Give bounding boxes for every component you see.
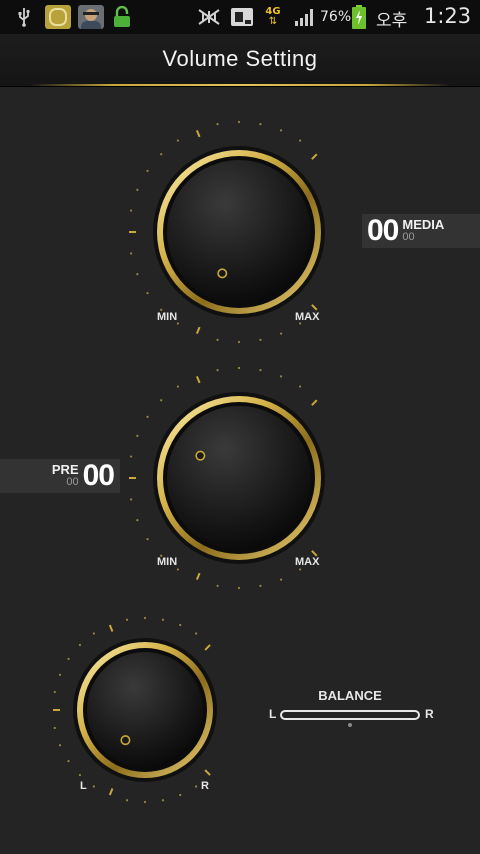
balance-knob-left-label: L [80, 780, 87, 792]
pre-volume-subvalue: 00 [66, 476, 79, 488]
media-volume-subvalue: 00 [402, 231, 415, 243]
battery-percent: 76% [320, 9, 352, 25]
page-title: Volume Setting [162, 46, 318, 71]
balance-knob[interactable] [0, 0, 480, 854]
pre-min-label: MIN [157, 556, 178, 568]
balance-title: BALANCE [318, 688, 382, 703]
header: Volume Setting [0, 34, 480, 87]
clock: 1:23 [424, 4, 472, 28]
signal-bars-icon [292, 6, 318, 28]
media-volume-label: MEDIA [402, 217, 445, 232]
4g-data-icon: 4G ⇅ [265, 6, 281, 27]
balance-slider[interactable] [280, 710, 420, 720]
balance-center-marker [348, 723, 352, 727]
usb-icon [14, 6, 34, 28]
balance-knob-right-label: R [201, 780, 209, 792]
header-gold-divider [30, 84, 450, 86]
status-bar: 4G ⇅ 76% 오후 1:23 [0, 0, 480, 34]
pre-max-label: MAX [295, 556, 320, 568]
avatar-icon [77, 5, 105, 29]
balance-right-label: R [425, 707, 434, 721]
battery-charging-icon [351, 5, 367, 29]
media-volume-value: 00 [367, 214, 399, 247]
pre-volume-value: 00 [82, 459, 115, 492]
media-max-label: MAX [295, 311, 320, 323]
pre-volume-knob[interactable] [0, 0, 480, 854]
lock-icon [110, 6, 134, 28]
ampm-label: 오후 [376, 11, 408, 31]
balance-left-label: L [269, 707, 277, 721]
pre-volume-badge: PRE 00 00 [0, 459, 120, 493]
media-min-label: MIN [157, 311, 178, 323]
sim-icon [229, 6, 255, 28]
media-volume-knob[interactable] [0, 0, 480, 854]
notification-app-icon [44, 5, 72, 29]
pre-volume-label: PRE [51, 462, 79, 477]
no-signal-icon [196, 6, 222, 28]
media-volume-badge: 00 MEDIA 00 [362, 214, 480, 248]
